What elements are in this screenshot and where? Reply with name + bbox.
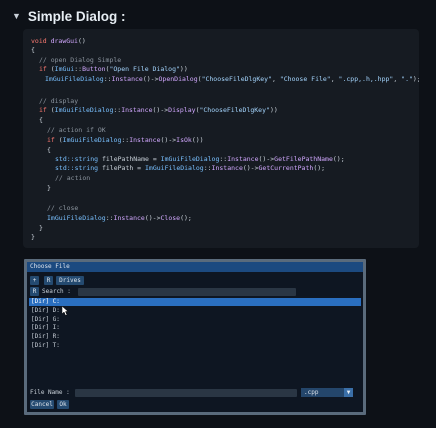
code-line-1: void drawGui() [31, 37, 86, 45]
dialog-titlebar[interactable]: Choose File [27, 262, 363, 272]
code-line-8: { [39, 116, 43, 124]
drives-button[interactable]: Drives [56, 276, 84, 285]
code-line-10: if (ImGuiFileDialog::Instance()->IsOk()) [47, 136, 204, 144]
filter-selected-value: .cpp [304, 389, 319, 396]
chevron-down-icon: ▼ [344, 388, 353, 397]
filename-input[interactable] [75, 389, 297, 397]
list-item[interactable]: [Dir] I: [29, 324, 361, 332]
code-line-12: std::string filePathName = ImGuiFileDial… [55, 155, 345, 163]
code-line-15: } [47, 184, 51, 192]
code-line-6: // display [39, 97, 79, 105]
ok-button[interactable]: Ok [57, 400, 69, 409]
code-line-11: { [47, 146, 51, 154]
code-line-7: if (ImGuiFileDialog::Instance()->Display… [39, 106, 278, 114]
filename-label: File Name : [30, 389, 70, 396]
list-item[interactable]: [Dir] D: [29, 307, 361, 315]
filter-select[interactable]: .cpp ▼ [301, 388, 353, 397]
code-block: void drawGui() { // open Dialog Simple i… [23, 29, 419, 248]
code-line-18: } [39, 224, 43, 232]
code-line-9: // action if OK [47, 126, 106, 134]
file-dialog-window: Choose File + R Drives R Search : [Dir] … [27, 262, 363, 412]
caret-down-icon: ▼ [12, 11, 21, 21]
list-item[interactable]: [Dir] T: [29, 342, 361, 350]
section-title: Simple Dialog : [27, 8, 126, 24]
clear-search-button[interactable]: R [30, 287, 39, 296]
list-item[interactable]: [Dir] C: [29, 298, 361, 306]
list-item[interactable]: [Dir] G: [29, 316, 361, 324]
code-line-14: // action [55, 174, 91, 182]
mouse-pointer-icon [62, 306, 69, 316]
reset-path-button[interactable]: R [44, 276, 53, 285]
search-label: Search : [42, 288, 71, 295]
cancel-button[interactable]: Cancel [30, 400, 54, 409]
code-line-4: if (ImGui::Button("Open File Dialog")) [39, 65, 188, 73]
code-line-17: ImGuiFileDialog::Instance()->Close(); [47, 214, 192, 222]
code-line-5: ImGuiFileDialog::Instance()->OpenDialog(… [45, 75, 419, 83]
search-input[interactable] [78, 288, 296, 296]
code-line-13: std::string filePath = ImGuiFileDialog::… [55, 164, 326, 172]
code-line-16: // close [47, 204, 79, 212]
add-button[interactable]: + [30, 276, 39, 285]
code-line-19: } [31, 233, 35, 241]
code-line-3: // open Dialog Simple [39, 56, 122, 64]
code-line-2: { [31, 46, 35, 54]
list-item[interactable]: [Dir] R: [29, 333, 361, 341]
section-header[interactable]: ▼ Simple Dialog : [12, 6, 125, 26]
